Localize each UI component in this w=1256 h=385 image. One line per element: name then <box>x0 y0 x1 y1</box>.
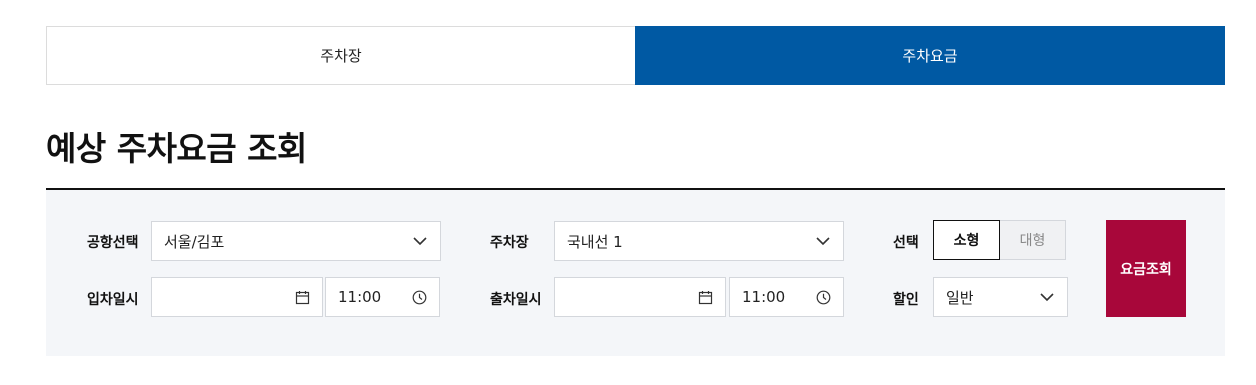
fee-search-button[interactable]: 요금조회 <box>1106 220 1186 317</box>
clock-icon[interactable] <box>815 289 831 305</box>
chevron-down-icon <box>1039 289 1055 305</box>
airport-select[interactable]: 서울/김포 <box>151 221 441 261</box>
vehicle-large-button[interactable]: 대형 <box>999 220 1066 260</box>
exit-date-input[interactable] <box>554 277 726 317</box>
chevron-down-icon <box>412 233 428 249</box>
search-panel <box>46 190 1225 356</box>
vehicle-type-label: 선택 <box>893 235 919 251</box>
tab-bar: 주차장 주차요금 <box>46 26 1225 85</box>
parking-lot-select[interactable]: 국내선 1 <box>554 221 844 261</box>
discount-select[interactable]: 일반 <box>933 277 1068 317</box>
chevron-down-icon <box>815 233 831 249</box>
vehicle-small-button[interactable]: 소형 <box>933 220 1000 260</box>
entry-time-input[interactable]: 11:00 <box>325 277 440 317</box>
exit-time-input[interactable]: 11:00 <box>729 277 844 317</box>
discount-label: 할인 <box>893 292 919 308</box>
tab-parking-fee[interactable]: 주차요금 <box>635 26 1225 85</box>
tab-parking-lot[interactable]: 주차장 <box>46 26 635 85</box>
discount-value: 일반 <box>946 288 974 307</box>
entry-date-input[interactable] <box>151 277 323 317</box>
clock-icon[interactable] <box>411 289 427 305</box>
calendar-icon[interactable] <box>294 289 310 305</box>
parking-lot-label: 주차장 <box>490 235 529 251</box>
entry-datetime-label: 입차일시 <box>87 292 139 308</box>
exit-datetime-label: 출차일시 <box>490 292 542 308</box>
airport-value: 서울/김포 <box>164 232 225 251</box>
calendar-icon[interactable] <box>697 289 713 305</box>
exit-time-value: 11:00 <box>742 288 786 306</box>
entry-time-value: 11:00 <box>338 288 382 306</box>
parking-lot-value: 국내선 1 <box>567 232 623 251</box>
airport-label: 공항선택 <box>87 235 139 251</box>
page-title: 예상 주차요금 조회 <box>46 129 307 168</box>
